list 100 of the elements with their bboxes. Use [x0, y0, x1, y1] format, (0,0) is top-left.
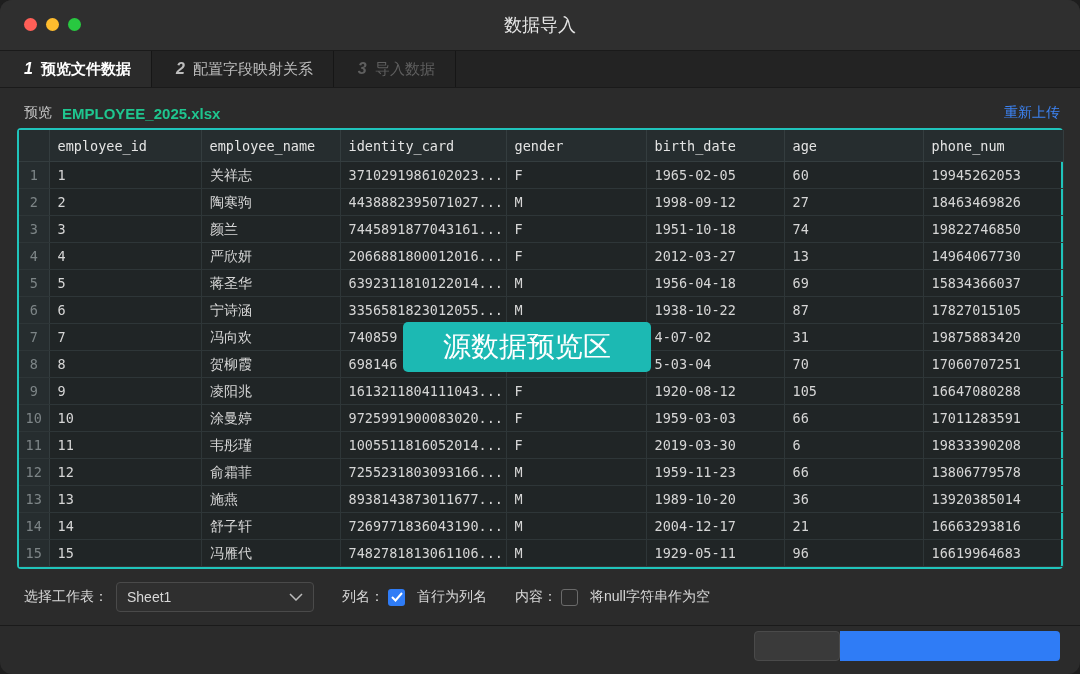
- row-number: 2: [19, 188, 49, 216]
- column-header[interactable]: employee_name: [201, 130, 340, 162]
- table-cell: 7: [49, 323, 201, 351]
- table-cell: 7445891877043161...: [340, 215, 506, 243]
- table-cell: 7255231803093166...: [340, 458, 506, 486]
- table-cell: 1998-09-12: [646, 188, 784, 216]
- column-header[interactable]: employee_id: [49, 130, 201, 162]
- row-number: 11: [19, 431, 49, 459]
- table-cell: 7482781813061106...: [340, 539, 506, 567]
- table-cell: 6: [784, 431, 923, 459]
- minimize-window-button[interactable]: [46, 18, 59, 31]
- table-cell: 17011283591: [923, 404, 1063, 432]
- header-checkbox-label: 首行为列名: [417, 588, 487, 606]
- row-number: 5: [19, 269, 49, 297]
- table-cell: 关祥志: [201, 161, 340, 189]
- row-number: 4: [19, 242, 49, 270]
- table-cell: 1951-10-18: [646, 215, 784, 243]
- header-label: 列名：: [342, 588, 384, 606]
- table-cell: 1: [49, 161, 201, 189]
- table-cell: 凌阳兆: [201, 377, 340, 405]
- table-cell: 17827015105: [923, 296, 1063, 324]
- step-tab[interactable]: 1 预览文件数据: [0, 51, 152, 87]
- column-header[interactable]: birth_date: [646, 130, 784, 162]
- window-title: 数据导入: [504, 14, 576, 37]
- table-cell: 1613211804111043...: [340, 377, 506, 405]
- table-cell: 14964067730: [923, 242, 1063, 270]
- table-cell: 27: [784, 188, 923, 216]
- table-cell: 36: [784, 485, 923, 513]
- table-cell: 19822746850: [923, 215, 1063, 243]
- table-cell: 1005511816052014...: [340, 431, 506, 459]
- table-cell: 105: [784, 377, 923, 405]
- table-cell: 4438882395071027...: [340, 188, 506, 216]
- table-cell: 31: [784, 323, 923, 351]
- reupload-link[interactable]: 重新上传: [1004, 104, 1060, 122]
- table-cell: M: [506, 188, 646, 216]
- row-number: 3: [19, 215, 49, 243]
- table-cell: 1959-11-23: [646, 458, 784, 486]
- table-cell: 16663293816: [923, 512, 1063, 540]
- table-cell: M: [506, 269, 646, 297]
- table-cell: F: [506, 431, 646, 459]
- table-cell: 7269771836043190...: [340, 512, 506, 540]
- table-cell: 韦彤瑾: [201, 431, 340, 459]
- table-cell: F: [506, 215, 646, 243]
- table-cell: M: [506, 539, 646, 567]
- table-cell: F: [506, 377, 646, 405]
- table-cell: 16647080288: [923, 377, 1063, 405]
- table-cell: 70: [784, 350, 923, 378]
- table-cell: 陶寒驹: [201, 188, 340, 216]
- table-cell: 87: [784, 296, 923, 324]
- table-cell: 蒋圣华: [201, 269, 340, 297]
- callout-label: 源数据预览区: [403, 322, 651, 372]
- file-name: EMPLOYEE_2025.xlsx: [62, 104, 221, 122]
- table-cell: 19875883420: [923, 323, 1063, 351]
- maximize-window-button[interactable]: [68, 18, 81, 31]
- table-cell: 1920-08-12: [646, 377, 784, 405]
- table-cell: 19833390208: [923, 431, 1063, 459]
- table-cell: 17060707251: [923, 350, 1063, 378]
- row-number: 12: [19, 458, 49, 486]
- table-cell: 10: [49, 404, 201, 432]
- row-number: 15: [19, 539, 49, 567]
- row-number: 10: [19, 404, 49, 432]
- column-header[interactable]: phone_num: [923, 130, 1063, 162]
- table-cell: 贺柳霞: [201, 350, 340, 378]
- row-number: 8: [19, 350, 49, 378]
- check-icon: [390, 592, 403, 602]
- row-number: 14: [19, 512, 49, 540]
- table-cell: 16619964683: [923, 539, 1063, 567]
- table-cell: 施燕: [201, 485, 340, 513]
- row-number: 13: [19, 485, 49, 513]
- row-number: 1: [19, 161, 49, 189]
- header-checkbox[interactable]: [388, 588, 405, 606]
- table-cell: 13806779578: [923, 458, 1063, 486]
- table-cell: 2004-12-17: [646, 512, 784, 540]
- sheet-select[interactable]: Sheet1: [116, 582, 314, 612]
- table-cell: 3: [49, 215, 201, 243]
- column-header[interactable]: gender: [506, 130, 646, 162]
- table-cell: 74: [784, 215, 923, 243]
- table-cell: 12: [49, 458, 201, 486]
- column-header[interactable]: age: [784, 130, 923, 162]
- null-checkbox[interactable]: [561, 588, 578, 606]
- table-cell: 1959-03-03: [646, 404, 784, 432]
- table-cell: 1965-02-05: [646, 161, 784, 189]
- chevron-down-icon: [289, 593, 303, 601]
- table-cell: 8938143873011677...: [340, 485, 506, 513]
- table-cell: 2019-03-30: [646, 431, 784, 459]
- table-cell: 1929-05-11: [646, 539, 784, 567]
- table-cell: F: [506, 404, 646, 432]
- table-cell: 13: [49, 485, 201, 513]
- column-header[interactable]: identity_card: [340, 130, 506, 162]
- table-cell: 宁诗涵: [201, 296, 340, 324]
- close-window-button[interactable]: [24, 18, 37, 31]
- table-cell: 14: [49, 512, 201, 540]
- table-cell: 2: [49, 188, 201, 216]
- table-cell: 15: [49, 539, 201, 567]
- table-cell: 69: [784, 269, 923, 297]
- table-cell: 13920385014: [923, 485, 1063, 513]
- table-cell: 8: [49, 350, 201, 378]
- table-cell: 21: [784, 512, 923, 540]
- table-cell: 96: [784, 539, 923, 567]
- table-cell: 19945262053: [923, 161, 1063, 189]
